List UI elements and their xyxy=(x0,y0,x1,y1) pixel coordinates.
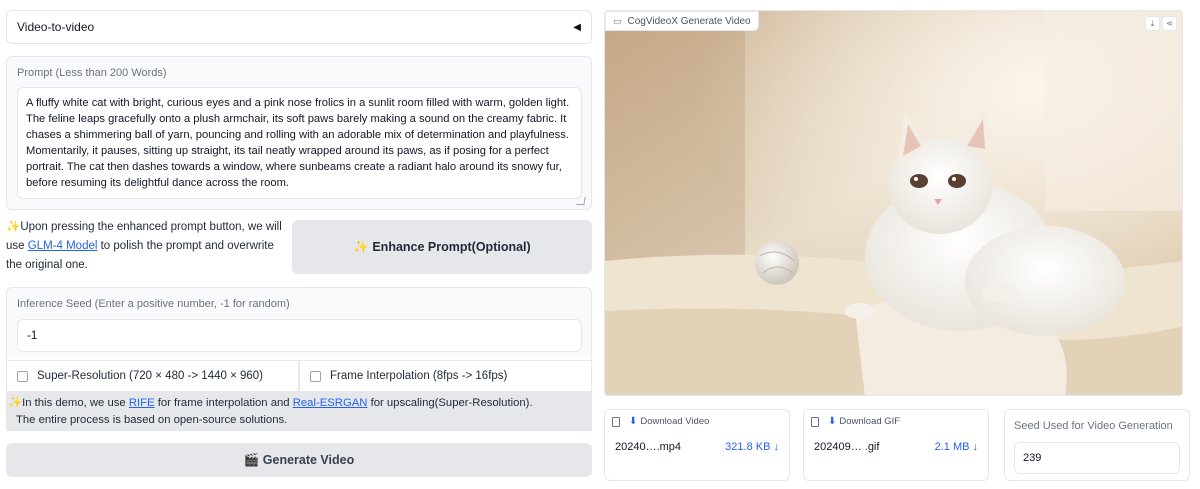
prompt-label: Prompt (Less than 200 Words) xyxy=(17,67,167,79)
resize-grip-icon[interactable] xyxy=(576,197,586,205)
seed-used-label: Seed Used for Video Generation xyxy=(1014,420,1173,432)
open-source-notice: ✨In this demo, we use RIFE for frame int… xyxy=(6,392,592,431)
glm4-model-link[interactable]: GLM-4 Model xyxy=(28,240,98,252)
prompt-textarea[interactable]: A fluffy white cat with bright, curious … xyxy=(17,87,582,199)
video-to-video-accordion[interactable]: Video-to-video ◀ xyxy=(6,10,592,44)
super-resolution-checkbox[interactable] xyxy=(17,370,28,382)
download-arrow-icon: ⬇ xyxy=(629,416,638,427)
seed-label: Inference Seed (Enter a positive number,… xyxy=(17,298,290,310)
seed-input[interactable] xyxy=(17,319,582,352)
video-output-tag: ▭ CogVideoX Generate Video xyxy=(605,11,759,31)
gif-file-name[interactable]: 202409… .gif xyxy=(814,441,879,453)
download-arrow-icon: ⬇ xyxy=(828,416,837,427)
rife-link[interactable]: RIFE xyxy=(129,397,155,409)
frame-interpolation-checkbox[interactable] xyxy=(310,370,321,382)
generate-video-button[interactable]: 🎬 Generate Video xyxy=(6,443,592,477)
seed-used-field[interactable]: 239 xyxy=(1014,442,1180,474)
real-esrgan-link[interactable]: Real-ESRGAN xyxy=(293,397,368,409)
collapse-caret-icon[interactable]: ◀ xyxy=(573,22,581,33)
video-file-size-link[interactable]: 321.8 KB ↓ xyxy=(725,441,779,453)
video-output-title: CogVideoX Generate Video xyxy=(627,15,751,27)
prompt-block: Prompt (Less than 200 Words) A fluffy wh… xyxy=(6,56,592,210)
sparkle-icon: ✨ xyxy=(8,397,23,409)
share-icon[interactable]: ⋖ xyxy=(1162,16,1177,31)
video-file-name[interactable]: 20240….mp4 xyxy=(615,441,681,453)
gif-file-size-link[interactable]: 2.1 MB ↓ xyxy=(935,441,978,453)
file-icon xyxy=(811,416,819,427)
super-resolution-option[interactable]: Super-Resolution (720 × 480 -> 1440 × 96… xyxy=(6,360,299,392)
download-icon[interactable]: ⤓ xyxy=(1145,16,1160,31)
download-gif-panel: ⬇ Download GIF 202409… .gif 2.1 MB ↓ xyxy=(803,409,989,481)
download-video-panel: ⬇ Download Video 20240….mp4 321.8 KB ↓ xyxy=(604,409,790,481)
notice-line-2: The entire process is based on open-sour… xyxy=(16,414,288,426)
seed-block: Inference Seed (Enter a positive number,… xyxy=(6,287,592,359)
enhance-info-text: ✨Upon pressing the enhanced prompt butto… xyxy=(6,221,282,271)
enhance-prompt-button[interactable]: ✨ Enhance Prompt(Optional) xyxy=(292,220,592,274)
sparkle-icon: ✨ xyxy=(6,221,21,233)
video-frame-cat xyxy=(605,11,1182,395)
accordion-title: Video-to-video xyxy=(17,20,95,34)
super-resolution-label: Super-Resolution (720 × 480 -> 1440 × 96… xyxy=(37,370,264,382)
download-video-label: Download Video xyxy=(640,416,710,427)
video-camera-icon: ▭ xyxy=(613,15,622,26)
download-gif-label: Download GIF xyxy=(839,416,901,427)
file-icon xyxy=(612,416,620,427)
frame-interpolation-label: Frame Interpolation (8fps -> 16fps) xyxy=(330,370,508,382)
generated-video-player[interactable] xyxy=(604,10,1183,396)
frame-interpolation-option[interactable]: Frame Interpolation (8fps -> 16fps) xyxy=(299,360,592,392)
seed-used-panel: Seed Used for Video Generation 239 xyxy=(1004,409,1190,481)
